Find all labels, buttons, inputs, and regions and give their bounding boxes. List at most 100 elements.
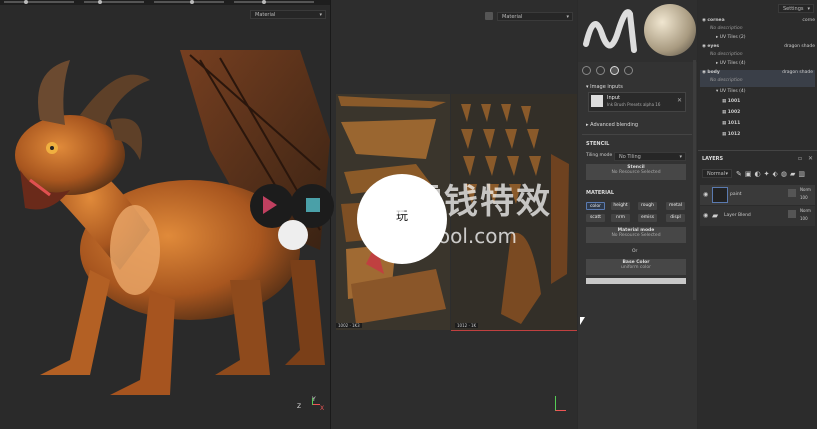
- slider-knob[interactable]: [98, 0, 102, 4]
- uv-tile-right-label: 1012 · 1K: [455, 323, 479, 328]
- uv-tile-1001[interactable]: ▦ 1001: [722, 99, 740, 104]
- texture-set-name: eyes: [707, 44, 720, 49]
- viewport-2d-mode-dropdown[interactable]: Material ▾: [497, 12, 573, 21]
- viewport-3d-mode-dropdown[interactable]: Material ▾: [250, 10, 326, 19]
- slider-knob[interactable]: [190, 0, 194, 4]
- eye-icon[interactable]: ◉: [703, 212, 708, 219]
- alpha-tab-icon[interactable]: [596, 66, 605, 75]
- chevron-down-icon: ▾: [679, 154, 682, 160]
- stencil-resource-button[interactable]: Stencil No Resource Selected: [586, 164, 686, 180]
- brush-icon[interactable]: ✎: [736, 170, 745, 178]
- material-mode-button[interactable]: Material mode No Resource Selected: [586, 227, 686, 243]
- axis-x-label: X: [320, 405, 325, 412]
- brush-preview-area: [578, 0, 697, 62]
- uv-tiles-eyes[interactable]: ▸ UV Tiles (4): [716, 61, 746, 66]
- texture-set-cornea[interactable]: ◉ cornea corne: [702, 18, 815, 23]
- fill-icon[interactable]: ▣: [745, 170, 755, 178]
- tile-label: 1002: [727, 110, 741, 115]
- folder-icon: ▰: [712, 211, 719, 220]
- flow-slider[interactable]: [84, 1, 144, 3]
- slider-knob[interactable]: [24, 0, 28, 4]
- image-inputs-title[interactable]: ▾ Image inputs: [586, 84, 623, 90]
- shader-name: dragon shade: [782, 70, 813, 75]
- tile-label: 1011: [727, 121, 741, 126]
- properties-scrollbar[interactable]: [693, 60, 696, 300]
- watermark-face: [278, 220, 308, 250]
- uv-boundary-line: [451, 330, 577, 331]
- material-tab-icon[interactable]: [624, 66, 633, 75]
- opacity-slider[interactable]: [154, 1, 224, 3]
- channel-normal[interactable]: nrm: [611, 214, 630, 222]
- tiling-mode-label: Tiling mode: [586, 153, 613, 158]
- base-color-sub: uniform color: [621, 265, 651, 270]
- tile-label: 1012: [727, 132, 741, 137]
- dropdown-value: Normal: [707, 171, 726, 177]
- close-icon[interactable]: ✕: [677, 97, 682, 104]
- chevron-down-icon: ▾: [566, 14, 569, 20]
- material-section-title: MATERIAL: [586, 190, 615, 196]
- watermark-text: 三零钱特效: [372, 182, 552, 222]
- channel-metal[interactable]: metal: [666, 202, 685, 210]
- spacing-slider[interactable]: [234, 1, 314, 3]
- eye-icon[interactable]: ◉: [703, 191, 708, 198]
- channel-height[interactable]: height: [611, 202, 630, 210]
- uv-tiles-label: UV Tiles (2): [719, 35, 746, 40]
- filter-icon[interactable]: ◍: [781, 170, 790, 178]
- channel-emissive[interactable]: emiss: [638, 214, 657, 222]
- stencil-tab-icon[interactable]: [610, 66, 619, 75]
- watermark-logo: [250, 172, 338, 256]
- brush-size-slider[interactable]: [4, 1, 74, 3]
- mask-icon[interactable]: ◐: [755, 170, 764, 178]
- alpha-thumbnail: [591, 95, 603, 107]
- layer-opacity: 100: [800, 216, 808, 221]
- uv-tile-1011[interactable]: ▦ 1011: [722, 121, 740, 126]
- slider-knob[interactable]: [262, 0, 266, 4]
- tile-label: 1001: [727, 99, 741, 104]
- channel-displacement[interactable]: displ: [666, 214, 685, 222]
- brush-tab-icon[interactable]: [582, 66, 591, 75]
- layers-title: LAYERS: [702, 156, 724, 162]
- blend-mode-dropdown[interactable]: Normal ▾: [702, 169, 732, 178]
- paint-layer-thumbnail: [712, 187, 728, 203]
- layer-row-paint[interactable]: ◉ paint Norm 100: [700, 185, 815, 205]
- close-icon[interactable]: ✕: [808, 155, 813, 162]
- material-sphere-preview: [644, 4, 696, 56]
- channel-color[interactable]: color: [586, 202, 605, 210]
- maximize-icon[interactable]: ▫: [798, 155, 802, 162]
- uv-tiles-label: UV Tiles (4): [719, 89, 746, 94]
- uv-tile-1012[interactable]: ▦ 1012: [722, 132, 740, 137]
- properties-tabs: [582, 66, 694, 76]
- texture-set-eyes[interactable]: ◉ eyes dragon shade: [702, 44, 815, 49]
- chevron-down-icon: ▾: [725, 171, 728, 177]
- divider: [582, 134, 692, 135]
- advanced-blending-toggle[interactable]: ▸ Advanced blending: [586, 122, 638, 128]
- trash-icon[interactable]: ▥: [798, 170, 808, 178]
- grid-icon: [788, 189, 796, 197]
- layer-row-folder[interactable]: ◉ ▰ Layer Blend Norm 100: [700, 206, 815, 226]
- settings-dropdown[interactable]: Settings ▾: [778, 4, 814, 13]
- channel-scatter[interactable]: scatt: [586, 214, 605, 222]
- mouse-cursor-icon: [580, 317, 585, 325]
- texture-set-description: No description: [710, 78, 743, 83]
- or-label: Or: [632, 249, 638, 254]
- uv-tiles-body[interactable]: ▾ UV Tiles (4): [716, 89, 746, 94]
- image-input-slot[interactable]: Input Ink Brush Presets alpha 16 ✕: [588, 92, 686, 112]
- base-color-swatch[interactable]: [586, 278, 686, 284]
- stencil-button-sub: No Resource Selected: [611, 170, 661, 175]
- uv-tiles-cornea[interactable]: ▸ UV Tiles (2): [716, 35, 746, 40]
- tiling-mode-dropdown[interactable]: No Tiling ▾: [614, 152, 686, 161]
- texture-set-description: No description: [710, 26, 743, 31]
- base-color-button[interactable]: Base Color uniform color: [586, 259, 686, 275]
- grid-icon: [788, 210, 796, 218]
- material-mode-sub: No Resource Selected: [611, 233, 661, 238]
- uv-tiles-label: UV Tiles (4): [719, 61, 746, 66]
- axis-gizmo: Z: [297, 403, 301, 410]
- properties-panel: ▾ Image inputs Input Ink Brush Presets a…: [578, 0, 697, 429]
- camera-icon[interactable]: [485, 12, 493, 20]
- chevron-down-icon: ▾: [319, 12, 322, 18]
- texture-set-body[interactable]: ◉ body dragon shade No description: [700, 70, 815, 87]
- channel-rough[interactable]: rough: [638, 202, 657, 210]
- uv-tile-1002[interactable]: ▦ 1002: [722, 110, 740, 115]
- paint-bucket-icon[interactable]: ⬖: [772, 170, 780, 178]
- brush-stroke-preview: [583, 9, 637, 53]
